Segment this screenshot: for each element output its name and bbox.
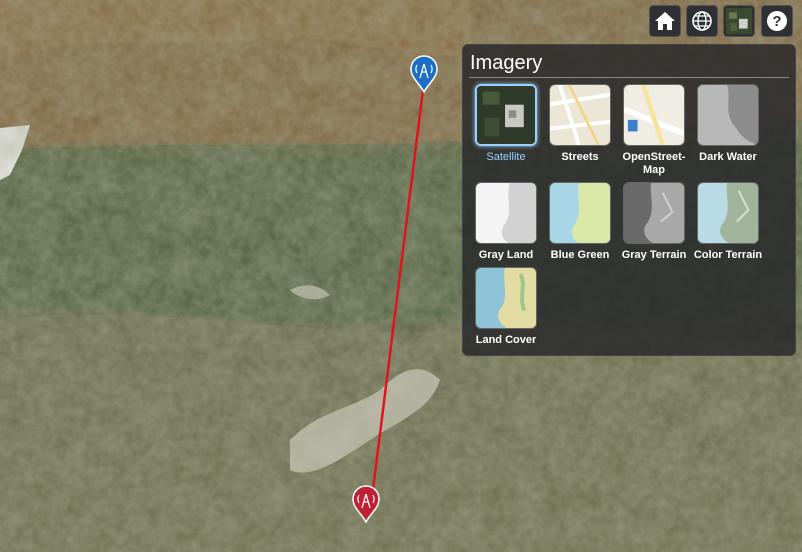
imagery-label-gray-land: Gray Land (478, 249, 534, 261)
imagery-option-land-cover[interactable]: Land Cover (469, 267, 543, 347)
scene-mode-button[interactable] (686, 5, 718, 37)
satellite-thumbnail (475, 84, 537, 146)
imagery-option-openstreetmap[interactable]: OpenStreet-Map (617, 84, 691, 177)
imagery-label-gray-terrain: Gray Terrain (621, 249, 687, 261)
imagery-label-satellite: Satellite (486, 151, 526, 163)
streets-thumbnail (549, 84, 611, 146)
dark-water-thumbnail (697, 84, 759, 146)
openstreetmap-thumbnail (623, 84, 685, 146)
help-button[interactable]: ? (761, 5, 793, 37)
color-terrain-thumbnail (697, 182, 759, 244)
imagery-label-dark-water: Dark Water (699, 151, 757, 163)
imagery-option-dark-water[interactable]: Dark Water (691, 84, 765, 164)
imagery-picker-button[interactable] (723, 5, 755, 37)
imagery-label-blue-green: Blue Green (550, 249, 610, 261)
imagery-option-streets[interactable]: Streets (543, 84, 617, 164)
gray-land-thumbnail (475, 182, 537, 244)
gray-terrain-thumbnail (623, 182, 685, 244)
imagery-option-gray-land[interactable]: Gray Land (469, 182, 543, 262)
globe-icon (692, 11, 712, 31)
blue-green-thumbnail (549, 182, 611, 244)
imagery-option-gray-terrain[interactable]: Gray Terrain (617, 182, 691, 262)
imagery-panel-title: Imagery (470, 52, 543, 74)
home-button[interactable] (649, 5, 681, 37)
help-icon: ? (767, 11, 787, 31)
imagery-label-openstreetmap: OpenStreet-Map (622, 151, 686, 176)
svg-text:?: ? (772, 13, 781, 30)
imagery-label-streets: Streets (561, 151, 599, 163)
imagery-picker-icon (726, 8, 752, 34)
imagery-label-land-cover: Land Cover (475, 334, 537, 346)
panel-divider (469, 77, 789, 78)
home-icon (655, 12, 675, 30)
imagery-option-color-terrain[interactable]: Color Terrain (691, 182, 765, 262)
land-cover-thumbnail (475, 267, 537, 329)
imagery-option-blue-green[interactable]: Blue Green (543, 182, 617, 262)
imagery-panel: Imagery Satellite Streets OpenStreet-Map (462, 44, 796, 356)
imagery-label-color-terrain: Color Terrain (693, 249, 763, 261)
imagery-option-satellite[interactable]: Satellite (469, 84, 543, 164)
